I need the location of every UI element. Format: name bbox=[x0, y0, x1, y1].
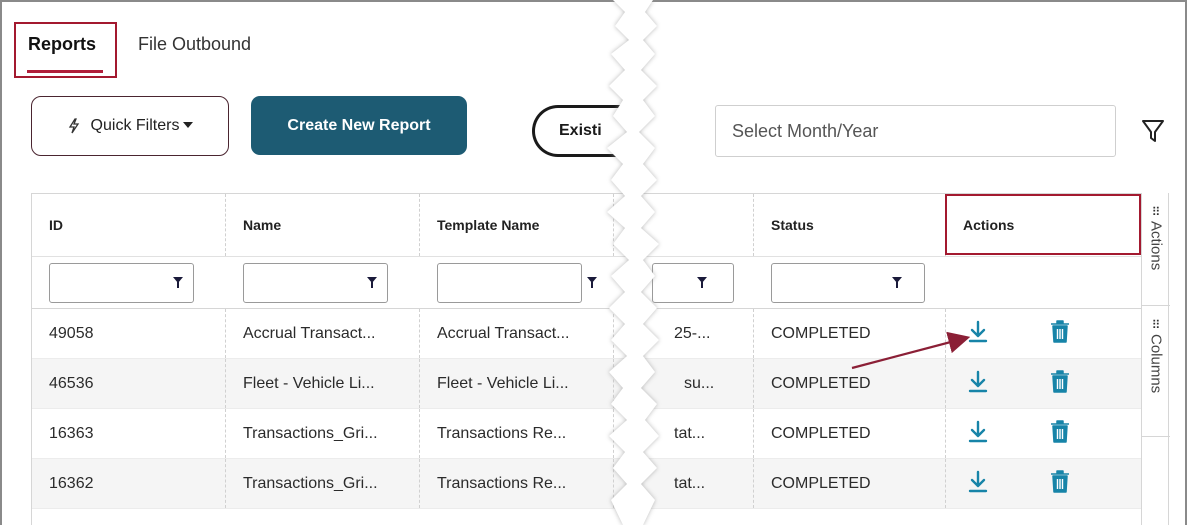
quick-filters-button[interactable]: Quick Filters bbox=[31, 96, 229, 156]
cell-template-name: Transactions Re... bbox=[420, 459, 614, 508]
bolt-icon bbox=[68, 118, 79, 134]
side-tab-columns-label: Columns bbox=[1147, 334, 1165, 394]
cell-template-name: Fleet - Vehicle Li... bbox=[420, 359, 614, 408]
column-header-template-name[interactable]: Template Name bbox=[420, 194, 614, 256]
filter-input-name[interactable] bbox=[243, 263, 388, 303]
side-divider bbox=[1142, 436, 1170, 437]
grip-icon: ⠿ bbox=[1151, 205, 1161, 219]
download-icon[interactable] bbox=[967, 470, 989, 494]
filter-funnel-icon[interactable] bbox=[697, 277, 707, 288]
annotation-arrow-icon bbox=[851, 331, 971, 370]
filter-input-status[interactable] bbox=[771, 263, 925, 303]
cell-id: 16363 bbox=[32, 409, 226, 458]
filter-row bbox=[32, 257, 1142, 309]
cell-name: Transactions_Gri... bbox=[226, 459, 420, 508]
quick-filters-label: Quick Filters bbox=[90, 117, 180, 134]
highlight-box-reports bbox=[14, 22, 117, 78]
grip-icon: ⠿ bbox=[1151, 318, 1161, 332]
trash-icon[interactable] bbox=[1049, 369, 1071, 394]
side-panel: ⠿ Actions ⠿ Columns bbox=[1141, 193, 1170, 525]
trash-icon[interactable] bbox=[1049, 419, 1071, 444]
side-tab-actions-label: Actions bbox=[1147, 221, 1165, 271]
cell-name: Accrual Transact... bbox=[226, 309, 420, 358]
cell-name: Fleet - Vehicle Li... bbox=[226, 359, 420, 408]
download-icon[interactable] bbox=[967, 420, 989, 444]
highlight-box-actions bbox=[945, 194, 1141, 255]
cell-id: 49058 bbox=[32, 309, 226, 358]
filter-input-id[interactable] bbox=[49, 263, 194, 303]
side-tab-actions[interactable]: ⠿ Actions bbox=[1142, 193, 1170, 305]
filter-funnel-icon[interactable] bbox=[1141, 118, 1165, 144]
cell-id: 46536 bbox=[32, 359, 226, 408]
column-header-id[interactable]: ID bbox=[32, 194, 226, 256]
caret-down-icon bbox=[183, 122, 194, 128]
cell-status: COMPLETED bbox=[754, 459, 946, 508]
cell-name: Transactions_Gri... bbox=[226, 409, 420, 458]
cell-status: COMPLETED bbox=[754, 409, 946, 458]
tab-file-outbound[interactable]: File Outbound bbox=[138, 34, 251, 55]
cell-template-name: Accrual Transact... bbox=[420, 309, 614, 358]
cell-template-name: Transactions Re... bbox=[420, 409, 614, 458]
create-new-report-label: Create New Report bbox=[287, 116, 431, 134]
torn-edge-decoration bbox=[607, 0, 659, 525]
filter-funnel-icon[interactable] bbox=[892, 277, 902, 288]
side-tab-columns[interactable]: ⠿ Columns bbox=[1142, 306, 1170, 436]
create-new-report-button[interactable]: Create New Report bbox=[251, 96, 467, 155]
cell-id: 16362 bbox=[32, 459, 226, 508]
month-year-input[interactable] bbox=[715, 105, 1116, 157]
filter-input-template-name[interactable] bbox=[437, 263, 582, 303]
filter-funnel-icon[interactable] bbox=[173, 277, 183, 288]
trash-icon[interactable] bbox=[1049, 469, 1071, 494]
column-header-name[interactable]: Name bbox=[226, 194, 420, 256]
filter-funnel-icon[interactable] bbox=[367, 277, 377, 288]
trash-icon[interactable] bbox=[1049, 319, 1071, 344]
column-header-status[interactable]: Status bbox=[754, 194, 946, 256]
